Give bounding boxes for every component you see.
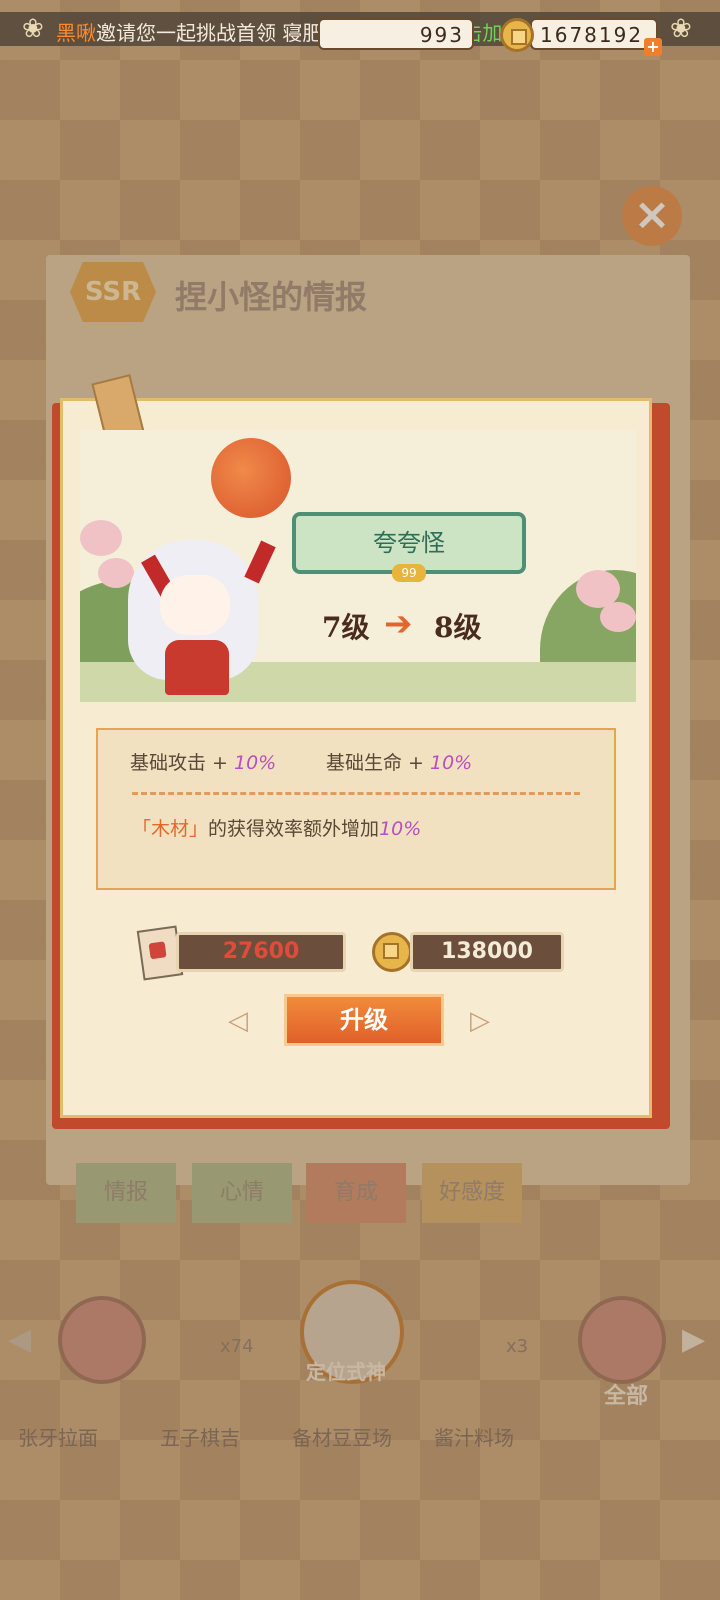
coin-icon [500,18,534,52]
coin-amount: 1678192 [540,23,644,47]
stat-label: 基础攻击 + [130,752,234,774]
decor-left-icon: ◁ [228,1006,248,1036]
bonus-text: 「木材」的获得效率额外增加10% [132,814,421,841]
upgrade-button[interactable]: 升级 [284,994,444,1046]
flower-icon: ❀ [670,14,692,44]
stat-value: 10% [234,752,277,774]
quote-close: 」 [189,818,209,840]
level-to: 8级 [434,611,482,644]
stat-health: 基础生命 + 10% [326,748,472,775]
character-face [160,575,230,635]
cost-cards: 27600 [176,932,346,972]
add-coins-icon[interactable]: + [644,38,662,56]
player-name: 黑啾 [56,21,96,45]
resource-counter: 993 [318,18,474,50]
stat-value: 10% [430,752,473,774]
coin-counter: 1678192 [530,18,658,50]
arrow-right-icon: ➔ [384,604,413,644]
bonus-value: 10% [379,818,422,840]
blossom-icon [600,602,636,632]
bonus-resource: 木材 [151,818,190,840]
character-body [165,640,229,695]
flower-icon: ❀ [22,14,44,44]
coin-icon [372,932,412,972]
blossom-icon [80,520,122,556]
cost-coins: 138000 [410,932,564,972]
sun-icon [211,438,291,518]
stat-attack: 基础攻击 + 10% [130,748,276,775]
blossom-icon [98,558,134,588]
stat-label: 基础生命 + [326,752,430,774]
bonus-desc: 的获得效率额外增加 [208,818,380,840]
resource-amount: 993 [419,23,464,47]
plate-badge-icon: 99 [392,564,426,582]
quote-open: 「 [132,818,152,840]
level-from: 7级 [322,611,370,644]
divider [132,792,580,795]
decor-right-icon: ▷ [470,1006,490,1036]
